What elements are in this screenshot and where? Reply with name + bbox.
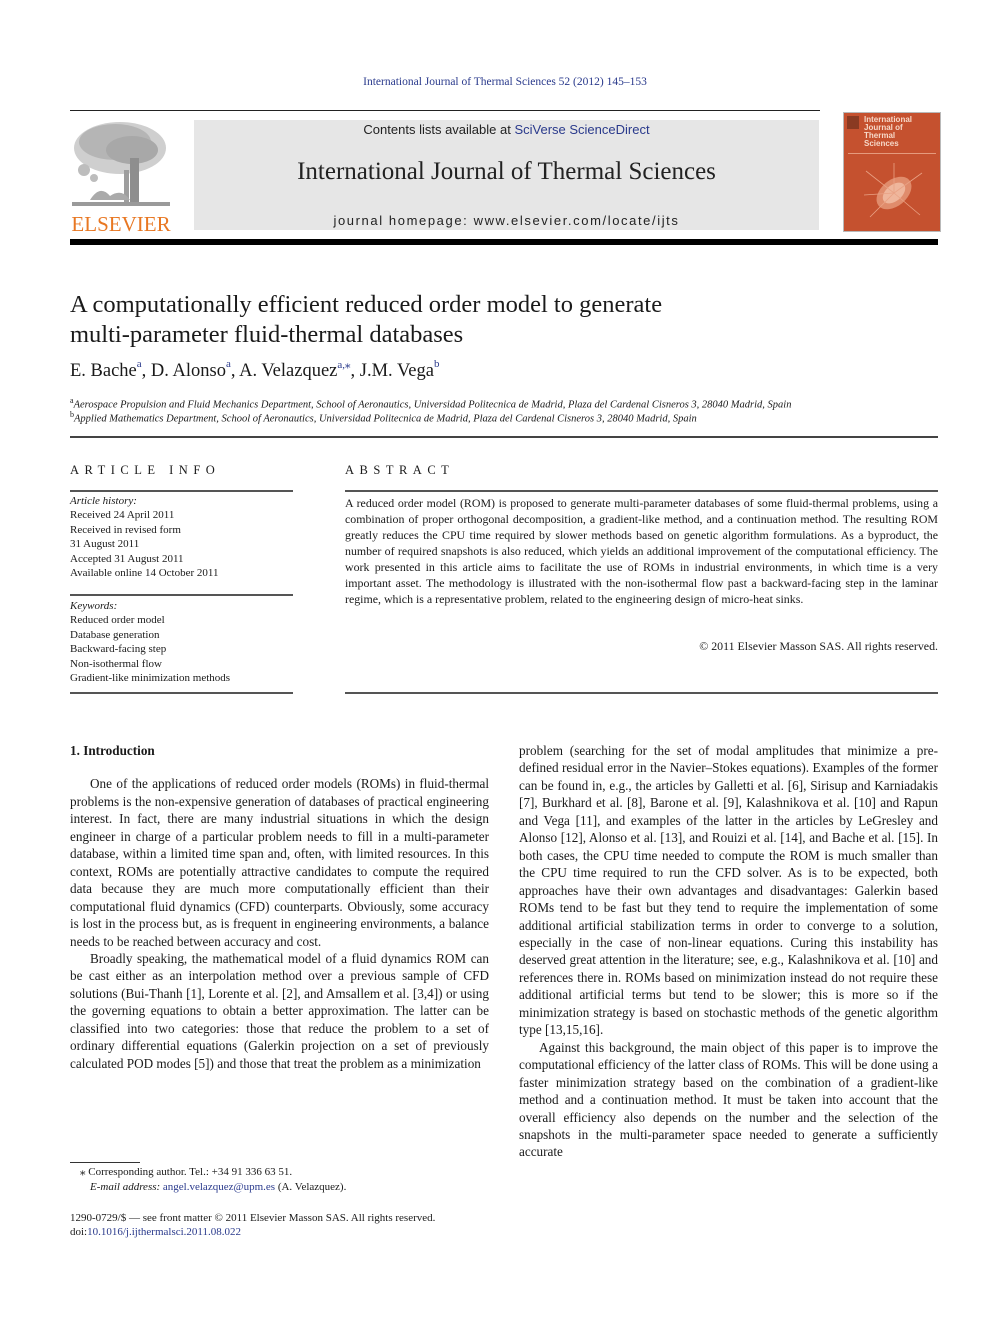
body-paragraph: Broadly speaking, the mathematical model… <box>70 950 489 1071</box>
doi-label: doi: <box>70 1226 88 1238</box>
author-affiliation-mark[interactable]: b <box>434 358 440 370</box>
header-bottom-rule <box>70 239 938 245</box>
author-name[interactable]: J.M. Vega <box>360 361 434 381</box>
abstract-rule <box>345 490 938 492</box>
author-separator: , <box>230 361 240 381</box>
article-title-line: multi-parameter fluid-thermal databases <box>70 320 464 348</box>
keyword: Reduced order model <box>70 614 165 627</box>
author-affiliation-mark[interactable]: a <box>137 358 142 370</box>
abstract-text: A reduced order model (ROM) is proposed … <box>345 496 938 606</box>
email-link[interactable]: angel.velazquez@upm.es <box>163 1181 275 1193</box>
article-info-rule <box>70 490 293 492</box>
journal-banner: Contents lists available at SciVerse Sci… <box>194 120 819 230</box>
article-title: A computationally efficient reduced orde… <box>70 290 930 349</box>
elsevier-wordmark: ELSEVIER <box>71 212 171 236</box>
history-entry: Received in revised form <box>70 523 181 536</box>
author-separator: , <box>141 361 151 381</box>
author-affiliation-mark[interactable]: a,⁎ <box>337 359 350 371</box>
journal-name: International Journal of Thermal Science… <box>297 158 716 185</box>
author-list: E. Bachea, D. Alonsoa, A. Velazqueza,⁎, … <box>70 358 440 382</box>
affiliation-text: Aerospace Propulsion and Fluid Mechanics… <box>73 399 792 411</box>
sciencedirect-link[interactable]: SciVerse ScienceDirect <box>514 122 649 137</box>
keywords-label: Keywords: <box>70 600 118 612</box>
body-column-right: problem (searching for the set of modal … <box>519 742 938 1161</box>
keywords: Keywords: Reduced order model Database g… <box>70 599 230 685</box>
journal-homepage-link[interactable]: journal homepage: www.elsevier.com/locat… <box>194 213 819 228</box>
abstract-rule <box>345 692 938 694</box>
author-name[interactable]: E. Bache <box>70 361 137 381</box>
author-name[interactable]: A. Velazquez <box>239 361 337 381</box>
body-paragraph: Against this background, the main object… <box>519 1039 938 1160</box>
corresponding-author-note: ⁎ Corresponding author. Tel.: +34 91 336… <box>80 1166 293 1178</box>
article-history-label: Article history: <box>70 495 137 507</box>
elsevier-tree-icon <box>72 122 170 206</box>
keyword: Gradient-like minimization methods <box>70 672 231 685</box>
affiliation-a: aAerospace Propulsion and Fluid Mechanic… <box>70 396 791 411</box>
email-suffix: (A. Velazquez). <box>275 1181 347 1193</box>
cover-title-line: Sciences <box>864 139 899 148</box>
cover-flame-illustration-icon <box>863 163 923 218</box>
article-title-line: A computationally efficient reduced orde… <box>70 291 663 318</box>
affiliation-text: Applied Mathematics Department, School o… <box>74 413 697 425</box>
title-block-rule <box>70 436 938 438</box>
article-info-heading: ARTICLE INFO <box>70 463 221 477</box>
history-entry: Received 24 April 2011 <box>70 509 175 522</box>
email-note: E-mail address: angel.velazquez@upm.es (… <box>90 1181 346 1193</box>
history-entry: 31 August 2011 <box>70 538 140 551</box>
history-entry: Available online 14 October 2011 <box>70 567 219 580</box>
doi-link[interactable]: 10.1016/j.ijthermalsci.2011.08.022 <box>87 1226 241 1238</box>
body-paragraph: One of the applications of reduced order… <box>70 776 489 949</box>
elsevier-logo[interactable]: ELSEVIER <box>70 118 172 236</box>
article-info-rule <box>70 594 293 596</box>
email-label: E-mail address: <box>90 1181 163 1193</box>
body-paragraph: problem (searching for the set of modal … <box>519 743 938 1038</box>
issn-line: 1290-0729/$ — see front matter © 2011 El… <box>70 1212 436 1224</box>
keyword: Database generation <box>70 628 160 641</box>
author-separator: , <box>350 361 360 381</box>
abstract-heading: ABSTRACT <box>345 463 455 477</box>
journal-citation-link[interactable]: International Journal of Thermal Science… <box>0 76 992 88</box>
author-name[interactable]: D. Alonso <box>151 361 226 381</box>
author-affiliation-mark[interactable]: a <box>226 358 231 370</box>
contents-prefix: Contents lists available at <box>363 122 515 137</box>
keyword: Non-isothermal flow <box>70 657 162 670</box>
section-heading: 1. Introduction <box>70 743 155 758</box>
doi-line: doi:10.1016/j.ijthermalsci.2011.08.022 <box>70 1226 241 1238</box>
cover-publisher-icon <box>847 116 859 129</box>
keyword: Backward-facing step <box>70 643 167 656</box>
journal-cover-image[interactable]: International Journal of Thermal Science… <box>843 112 941 232</box>
cover-title: International Journal of Thermal Science… <box>864 116 912 148</box>
cover-rule <box>848 153 936 154</box>
header-top-rule <box>70 110 820 111</box>
footnote-rule <box>70 1162 140 1163</box>
affiliation-b: bApplied Mathematics Department, School … <box>70 410 697 425</box>
article-history: Article history: Received 24 April 2011 … <box>70 494 218 580</box>
article-info-rule <box>70 692 293 694</box>
history-entry: Accepted 31 August 2011 <box>70 552 184 565</box>
abstract-copyright: © 2011 Elsevier Masson SAS. All rights r… <box>699 639 938 653</box>
contents-available-line: Contents lists available at SciVerse Sci… <box>194 122 819 137</box>
body-column-left: 1. Introduction One of the applications … <box>70 742 489 1072</box>
